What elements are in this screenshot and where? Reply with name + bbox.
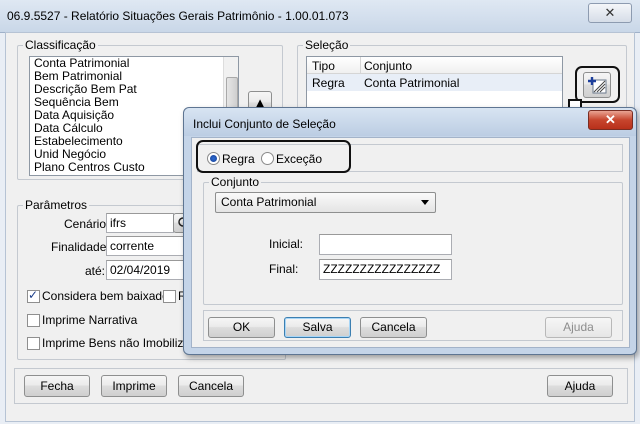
classificacao-legend: Classificação — [25, 38, 96, 52]
imprime-narrativa-label: Imprime Narrativa — [42, 313, 138, 327]
imprime-bens-checkbox[interactable] — [27, 337, 40, 350]
table-row[interactable]: Regra Conta Patrimonial — [307, 74, 562, 91]
conjunto-select-value: Conta Patrimonial — [221, 195, 317, 209]
ok-button[interactable]: OK — [208, 317, 275, 338]
inicial-input[interactable] — [319, 234, 452, 255]
cancela-button[interactable]: Cancela — [178, 375, 244, 397]
fecha-button[interactable]: Fecha — [24, 375, 90, 397]
window-title: 06.9.5527 - Relatório Situações Gerais P… — [7, 9, 349, 23]
cenario-label: Cenário: — [64, 217, 110, 231]
col-tipo: Tipo — [312, 59, 335, 73]
dialog-title: Inclui Conjunto de Seleção — [193, 117, 336, 131]
dialog-body: Regra Exceção Conjunto Conta Patrimonial… — [191, 137, 630, 348]
imprime-button[interactable]: Imprime — [101, 375, 167, 397]
cenario-input[interactable]: ifrs — [106, 213, 174, 233]
regra-radio[interactable] — [207, 152, 220, 165]
partial-checkbox[interactable] — [163, 290, 176, 303]
dialog-ajuda-button[interactable]: Ajuda — [545, 317, 612, 338]
ate-label: até: — [85, 264, 106, 278]
conjunto-select[interactable]: Conta Patrimonial — [215, 192, 436, 213]
final-label: Final: — [269, 262, 299, 276]
parametros-legend: Parâmetros — [25, 198, 88, 212]
considera-bem-baixado-checkbox[interactable] — [27, 288, 40, 303]
inclui-conjunto-dialog: Inclui Conjunto de Seleção ✕ Regra Exceç… — [183, 107, 637, 355]
window-close-button[interactable]: ✕ — [588, 3, 632, 23]
considera-bem-baixado-label: Considera bem baixado — [42, 289, 169, 303]
window-titlebar: 06.9.5527 - Relatório Situações Gerais P… — [0, 0, 640, 33]
row-tipo: Regra — [312, 76, 345, 90]
ajuda-button[interactable]: Ajuda — [547, 375, 613, 397]
selecao-legend: Seleção — [305, 38, 349, 52]
col-divider — [360, 57, 361, 73]
row-conjunto: Conta Patrimonial — [364, 76, 460, 90]
salva-button[interactable]: Salva — [284, 317, 351, 338]
add-selection-icon — [588, 77, 607, 94]
selecao-header: Tipo Conjunto — [307, 57, 562, 74]
finalidade-input[interactable]: corrente — [106, 236, 191, 256]
regra-label: Regra — [222, 152, 255, 166]
dialog-close-button[interactable]: ✕ — [588, 110, 633, 130]
ate-date-input[interactable]: 02/04/2019 — [106, 260, 191, 280]
chevron-down-icon — [421, 200, 429, 205]
dialog-cancela-button[interactable]: Cancela — [360, 317, 427, 338]
excecao-label: Exceção — [276, 152, 323, 166]
dialog-titlebar: Inclui Conjunto de Seleção ✕ — [184, 108, 636, 136]
final-input[interactable]: ZZZZZZZZZZZZZZZZ — [319, 259, 452, 280]
imprime-narrativa-checkbox[interactable] — [27, 314, 40, 327]
add-selection-button[interactable] — [583, 72, 611, 98]
inicial-label: Inicial: — [269, 237, 304, 251]
conjunto-legend: Conjunto — [211, 175, 260, 189]
finalidade-label: Finalidade: — [51, 240, 110, 254]
excecao-radio[interactable] — [261, 152, 274, 165]
col-conjunto: Conjunto — [364, 59, 413, 73]
